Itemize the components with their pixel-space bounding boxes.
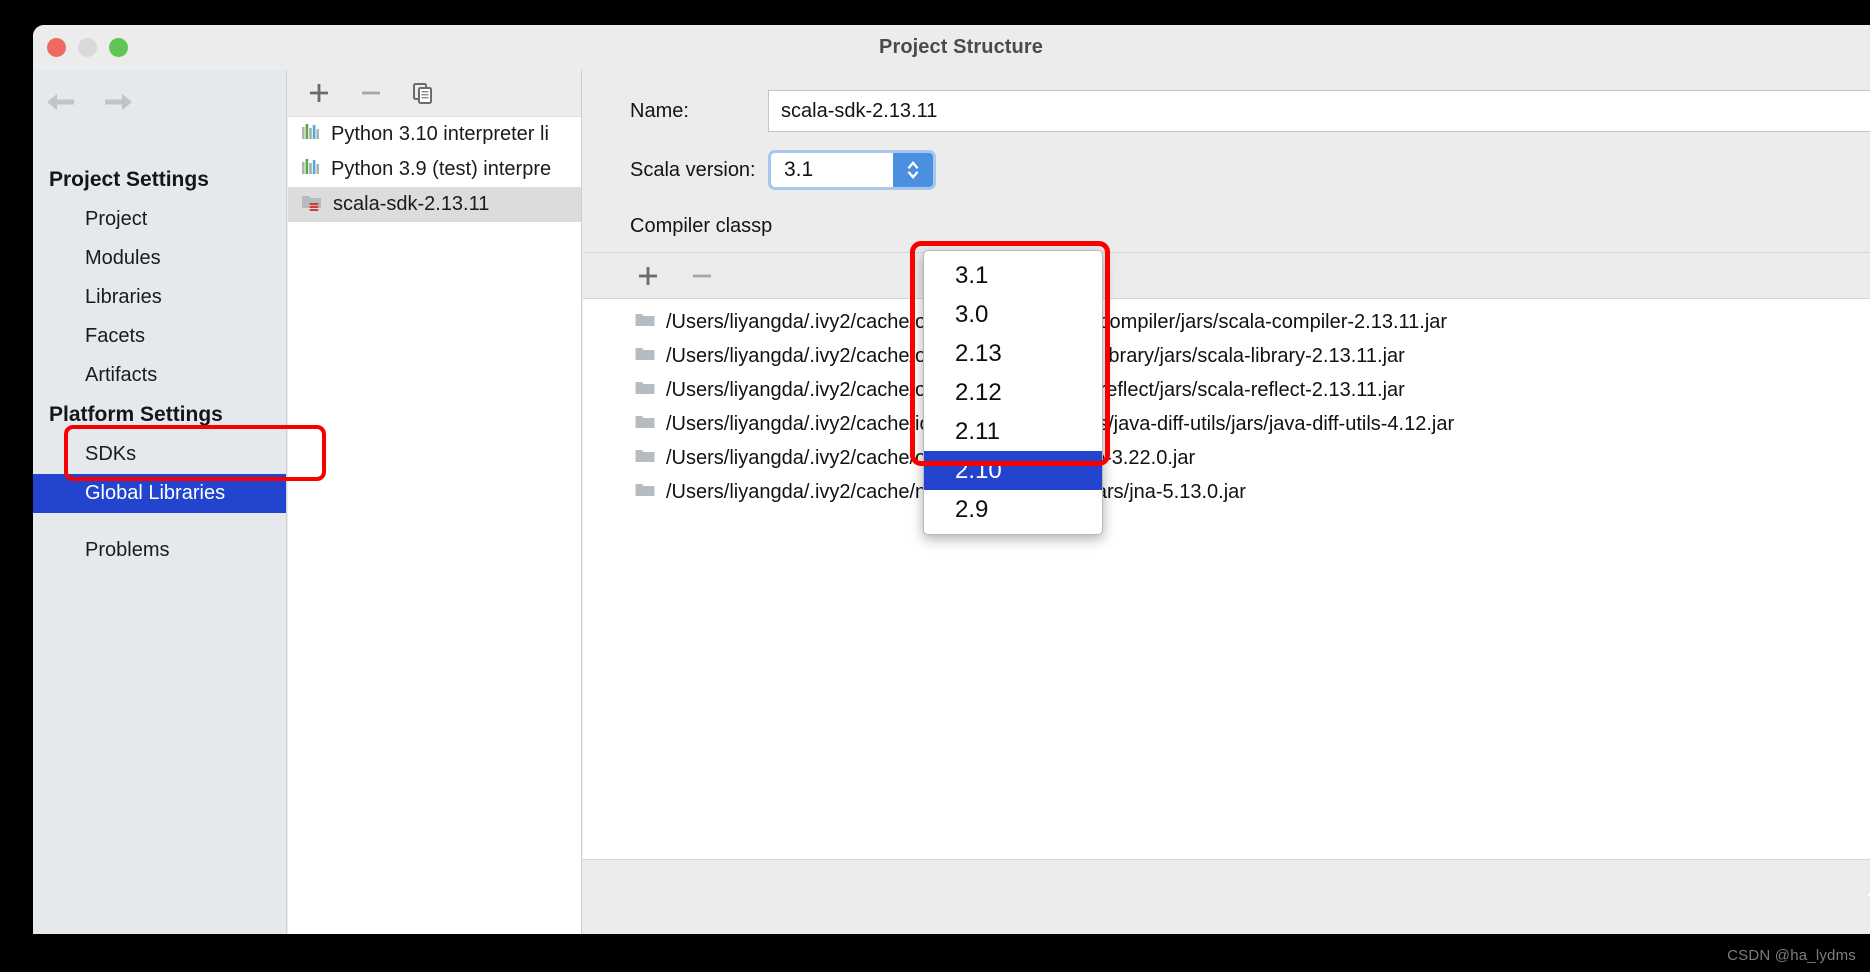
sidebar-item-libraries[interactable]: Libraries: [33, 278, 286, 317]
name-label: Name:: [630, 99, 689, 122]
python-library-icon: [301, 122, 321, 148]
arrow-left-icon[interactable]: [45, 90, 76, 114]
watermark: CSDN @ha_lydms: [1727, 947, 1856, 964]
table-row[interactable]: /Users/liyangda/.ivy2/cache/io.github.ja…: [583, 407, 1870, 441]
scala-version-value: 3.1: [771, 153, 893, 187]
menu-item-2-11[interactable]: 2.11: [924, 412, 1102, 451]
navigation-arrows: [45, 90, 134, 114]
sidebar-item-project[interactable]: Project: [33, 200, 286, 239]
folder-icon: [635, 311, 655, 334]
remove-classpath-button[interactable]: [689, 263, 715, 289]
name-field-row: Name: scala-sdk-2.13.11: [583, 87, 1870, 135]
list-item[interactable]: Python 3.9 (test) interpre: [288, 152, 581, 187]
menu-item-3-0[interactable]: 3.0: [924, 295, 1102, 334]
folder-icon: [635, 379, 655, 402]
library-list-toolbar: [288, 70, 581, 117]
list-item-scala-sdk[interactable]: scala-sdk-2.13.11: [288, 187, 581, 222]
menu-item-3-1[interactable]: 3.1: [924, 256, 1102, 295]
sidebar-group-platform-settings: Platform Settings: [49, 403, 223, 426]
table-row[interactable]: /Users/liyangda/.ivy2/cache/net.java.dev…: [583, 475, 1870, 509]
sidebar-group-project-settings: Project Settings: [49, 168, 209, 191]
sidebar-item-modules[interactable]: Modules: [33, 239, 286, 278]
scala-version-label: Scala version:: [630, 158, 756, 181]
menu-item-2-9[interactable]: 2.9: [924, 490, 1102, 529]
scala-version-dropdown-menu[interactable]: 3.1 3.0 2.13 2.12 2.11 2.10 2.9: [923, 250, 1103, 535]
sidebar-item-problems[interactable]: Problems: [33, 531, 286, 570]
menu-item-2-10[interactable]: 2.10: [924, 451, 1102, 490]
menu-item-2-13[interactable]: 2.13: [924, 334, 1102, 373]
table-row[interactable]: /Users/liyangda/.ivy2/cache/org.scala-la…: [583, 339, 1870, 373]
name-input[interactable]: scala-sdk-2.13.11: [768, 90, 1870, 132]
classpath-toolbar: [583, 252, 1870, 299]
sidebar-item-global-libraries[interactable]: Global Libraries: [33, 474, 286, 513]
add-library-button[interactable]: [306, 80, 332, 106]
menu-item-2-12[interactable]: 2.12: [924, 373, 1102, 412]
list-item-label: Python 3.9 (test) interpre: [331, 158, 552, 180]
list-item[interactable]: Python 3.10 interpreter li: [288, 117, 581, 152]
folder-icon: [635, 481, 655, 504]
add-classpath-button[interactable]: [635, 263, 661, 289]
remove-library-button[interactable]: [358, 80, 384, 106]
window-title: Project Structure: [879, 36, 1043, 58]
detail-bottom-strip: [583, 859, 1870, 899]
window-titlebar: Project Structure: [33, 25, 1870, 70]
list-item-label: scala-sdk-2.13.11: [333, 193, 490, 215]
folder-icon: [635, 413, 655, 436]
scala-sdk-icon: [301, 192, 323, 218]
global-libraries-list-panel: Python 3.10 interpreter li Python 3.9 (t…: [288, 70, 582, 934]
compiler-classpath-label: Compiler classp: [630, 215, 773, 237]
sidebar-item-sdks[interactable]: SDKs: [33, 435, 286, 474]
chevron-updown-icon: [893, 153, 933, 187]
table-row[interactable]: /Users/liyangda/.ivy2/cache/org.jline/jl…: [583, 441, 1870, 475]
settings-sidebar: Project Settings Project Modules Librari…: [33, 70, 287, 934]
table-row[interactable]: /Users/liyangda/.ivy2/cache/org.scala-la…: [583, 305, 1870, 339]
copy-library-icon[interactable]: [410, 80, 436, 106]
scala-version-row: Scala version: 3.1: [583, 147, 1870, 193]
folder-icon: [635, 345, 655, 368]
scala-version-dropdown[interactable]: 3.1: [768, 150, 936, 190]
project-structure-window: Project Structure Project Settings Proje…: [33, 25, 1870, 934]
sidebar-item-artifacts[interactable]: Artifacts: [33, 356, 286, 395]
python-library-icon: [301, 157, 321, 183]
table-row[interactable]: /Users/liyangda/.ivy2/cache/org.scala-la…: [583, 373, 1870, 407]
arrow-right-icon[interactable]: [103, 90, 134, 114]
sidebar-item-facets[interactable]: Facets: [33, 317, 286, 356]
folder-icon: [635, 447, 655, 470]
library-detail-panel: Name: scala-sdk-2.13.11 Scala version: 3…: [583, 70, 1870, 934]
sidebar-sections: Project Settings Project Modules Librari…: [33, 160, 286, 570]
screenshot-root: Project Structure Project Settings Proje…: [0, 0, 1870, 972]
classpath-list: /Users/liyangda/.ivy2/cache/org.scala-la…: [583, 299, 1870, 859]
list-item-label: Python 3.10 interpreter li: [331, 123, 549, 145]
